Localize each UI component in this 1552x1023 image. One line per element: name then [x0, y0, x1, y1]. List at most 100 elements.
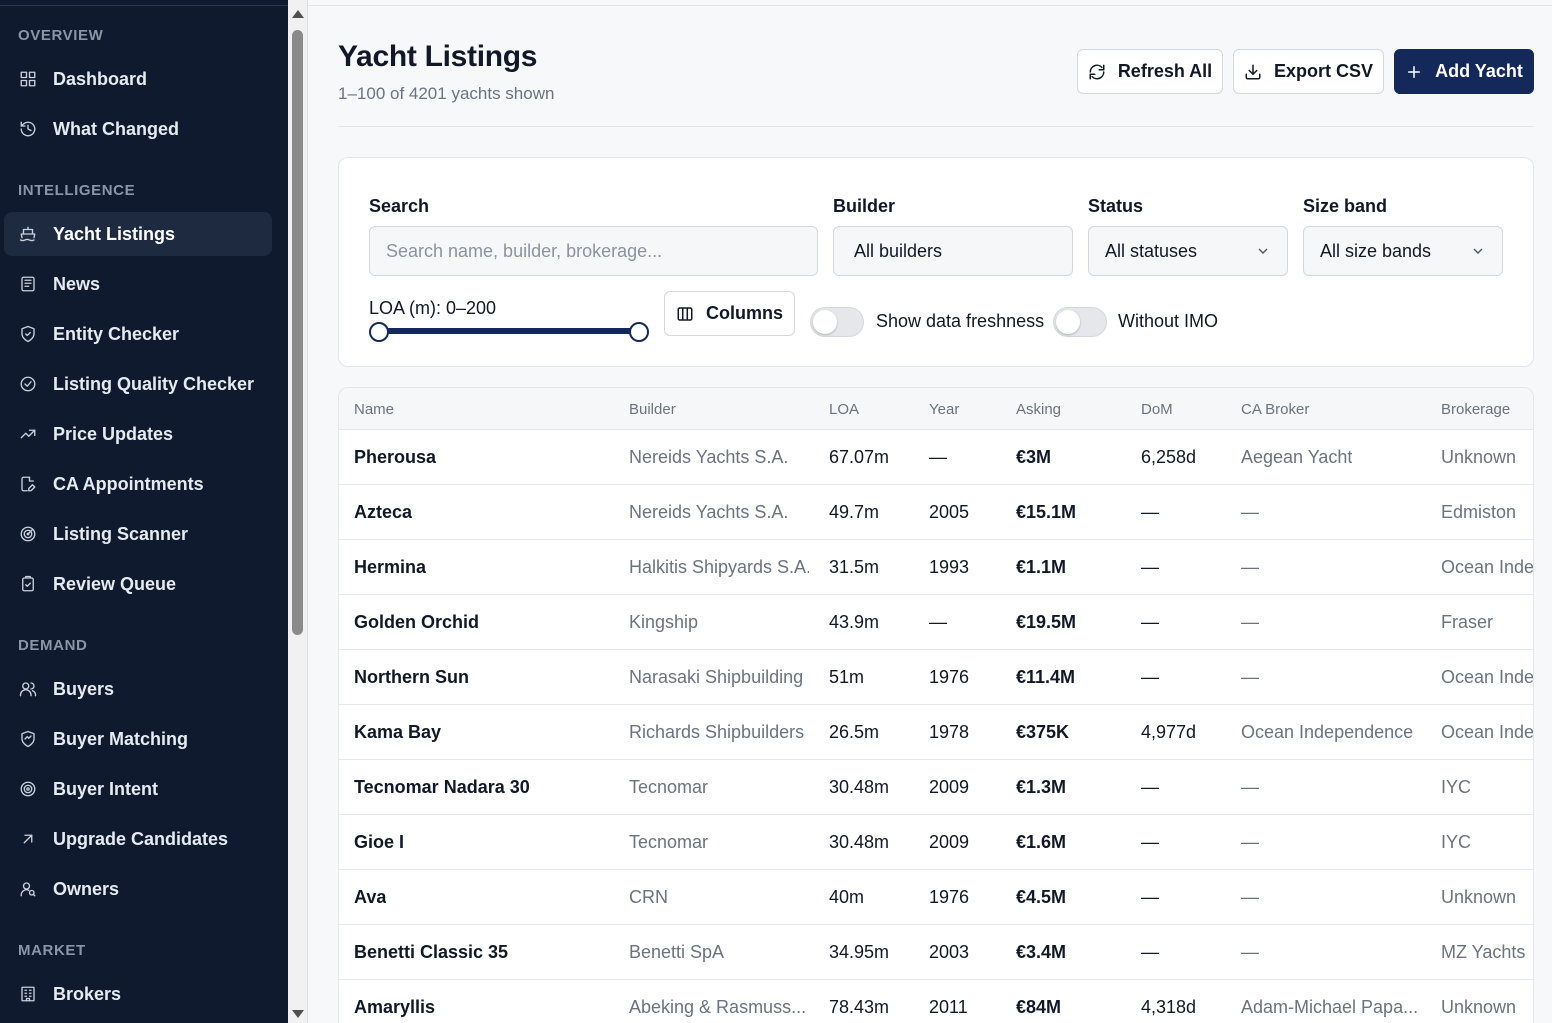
table-row[interactable]: Golden Orchid Kingship 43.9m — €19.5M — — Frase…	[339, 595, 1533, 650]
sidebar-item-owners[interactable]: Owners	[4, 867, 272, 911]
column-header-dom[interactable]: DoM	[1141, 401, 1173, 418]
cell-brokerage: Ocean Independence	[1441, 667, 1534, 687]
without-imo-toggle[interactable]	[1053, 307, 1107, 337]
export-csv-button[interactable]: Export CSV	[1233, 49, 1384, 94]
chevron-down-icon	[1470, 243, 1486, 259]
table-row[interactable]: Ava CRN 40m 1976 €4.5M — — Unknown	[339, 870, 1533, 925]
cell-name: Kama Bay	[354, 722, 442, 742]
cell-year: 2009	[929, 777, 970, 797]
size-band-value: All size bands	[1320, 240, 1432, 261]
shield-check-icon	[18, 324, 38, 344]
table-row[interactable]: Northern Sun Narasaki Shipbuilding 51m 1976…	[339, 650, 1534, 705]
table-row[interactable]: Kama Bay Richards Shipbuilders 26.5m 1978 €3…	[339, 705, 1534, 760]
cell-year: —	[929, 447, 947, 467]
scroll-down-arrow-icon[interactable]	[292, 1010, 304, 1018]
table-row[interactable]: Gioe I Tecnomar 30.48m 2009 €1.6M — — IYC	[339, 815, 1533, 870]
cell-asking: €1.1M	[1016, 557, 1067, 577]
column-header-brokerage[interactable]: Brokerage	[1441, 401, 1510, 418]
cell-year: 2005	[929, 502, 970, 522]
sidebar-item-what-changed[interactable]: What Changed	[4, 107, 272, 151]
cell-broker: Ocean Independence	[1241, 722, 1414, 742]
refresh-all-button[interactable]: Refresh All	[1077, 49, 1223, 94]
scroll-thumb[interactable]	[292, 30, 303, 635]
table-row[interactable]: Amaryllis Abeking & Rasmuss... 78.43m 2011 €…	[339, 980, 1533, 1023]
user-search-icon	[18, 879, 38, 899]
column-header-name[interactable]: Name	[354, 401, 394, 418]
table-row[interactable]: Hermina Halkitis Shipyards S.A. 31.5m 1993 €…	[339, 540, 1534, 595]
cell-broker: —	[1241, 557, 1259, 577]
sidebar-item-yacht-listings[interactable]: Yacht Listings	[4, 212, 272, 256]
sidebar-item-ca-appointments[interactable]: CA Appointments	[4, 462, 272, 506]
cell-dom: —	[1141, 832, 1159, 852]
cell-builder: Benetti SpA	[629, 942, 725, 962]
sidebar-item-buyer-intent[interactable]: Buyer Intent	[4, 767, 272, 811]
add-yacht-button[interactable]: Add Yacht	[1394, 49, 1534, 94]
add-yacht-label: Add Yacht	[1435, 61, 1523, 81]
table-row[interactable]: Azteca Nereids Yachts S.A. 49.7m 2005 €15.1M…	[339, 485, 1533, 540]
sidebar-item-label: Entity Checker	[53, 323, 180, 344]
cell-broker: Aegean Yacht	[1241, 447, 1353, 467]
sidebar-item-label: Yacht Listings	[53, 223, 176, 244]
cell-broker: —	[1241, 502, 1259, 522]
status-select[interactable]: All statuses	[1088, 226, 1288, 276]
builder-label: Builder	[833, 196, 896, 216]
cell-year: 2003	[929, 942, 970, 962]
sidebar-item-label: Buyer Intent	[53, 778, 159, 799]
loa-min-handle[interactable]	[369, 322, 389, 342]
cell-asking: €3.4M	[1016, 942, 1067, 962]
cell-broker: —	[1241, 667, 1259, 687]
builder-combobox[interactable]: All builders	[833, 226, 1073, 276]
cell-name: Northern Sun	[354, 667, 469, 687]
dashboard-icon	[18, 69, 38, 89]
cell-brokerage: Ocean Independence	[1441, 557, 1534, 577]
columns-button[interactable]: Columns	[664, 291, 795, 336]
handshake-icon	[18, 729, 38, 749]
search-input[interactable]: Search name, builder, brokerage...	[369, 226, 818, 276]
cell-asking: €375K	[1016, 722, 1070, 742]
sidebar-item-buyers[interactable]: Buyers	[4, 667, 272, 711]
sidebar-item-entity-checker[interactable]: Entity Checker	[4, 312, 272, 356]
loa-range-track[interactable]	[379, 328, 639, 334]
trending-up-icon	[18, 424, 38, 444]
cell-brokerage: Ocean Independence	[1441, 722, 1534, 742]
sidebar: OVERVIEW Dashboard What Changed INTELLIGENC…	[0, 0, 288, 1023]
cell-asking: €15.1M	[1016, 502, 1077, 522]
cell-year: 2009	[929, 832, 970, 852]
table-row[interactable]: Pherousa Nereids Yachts S.A. 67.07m — €3M 6,2…	[339, 430, 1533, 485]
results-count: 1–100 of 4201 yachts shown	[338, 84, 555, 103]
sidebar-item-review-queue[interactable]: Review Queue	[4, 562, 272, 606]
column-header-ca-broker[interactable]: CA Broker	[1241, 401, 1309, 418]
column-header-year[interactable]: Year	[929, 401, 959, 418]
cell-broker: —	[1241, 887, 1259, 907]
sidebar-item-listing-quality-checker[interactable]: Listing Quality Checker	[4, 362, 272, 406]
sidebar-item-upgrade-candidates[interactable]: Upgrade Candidates	[4, 817, 272, 861]
column-header-loa[interactable]: LOA	[829, 401, 859, 418]
sidebar-item-price-updates[interactable]: Price Updates	[4, 412, 272, 456]
sidebar-item-label: Listing Scanner	[53, 523, 189, 544]
sidebar-scrollbar[interactable]	[288, 0, 308, 1023]
table-row[interactable]: Benetti Classic 35 Benetti SpA 34.95m 2003 €…	[339, 925, 1533, 980]
loa-range-label: LOA (m): 0–200	[369, 298, 497, 318]
column-header-asking[interactable]: Asking	[1016, 401, 1061, 418]
sidebar-item-dashboard[interactable]: Dashboard	[4, 57, 272, 101]
size-band-select[interactable]: All size bands	[1303, 226, 1503, 276]
cell-dom: —	[1141, 612, 1159, 632]
cell-dom: —	[1141, 502, 1159, 522]
sidebar-item-brokers[interactable]: Brokers	[4, 972, 272, 1016]
table-row[interactable]: Tecnomar Nadara 30 Tecnomar 30.48m 2009 €1.3…	[339, 760, 1533, 815]
data-freshness-toggle[interactable]	[810, 307, 864, 337]
cell-dom: —	[1141, 777, 1159, 797]
cell-asking: €1.6M	[1016, 832, 1067, 852]
column-header-builder[interactable]: Builder	[629, 401, 676, 418]
cell-brokerage: IYC	[1441, 777, 1472, 797]
cell-brokerage: Unknown	[1441, 997, 1517, 1017]
sidebar-item-listing-scanner[interactable]: Listing Scanner	[4, 512, 272, 556]
sidebar-item-label: Owners	[53, 878, 120, 899]
cell-loa: 78.43m	[829, 997, 890, 1017]
sidebar-item-buyer-matching[interactable]: Buyer Matching	[4, 717, 272, 761]
loa-max-handle[interactable]	[629, 322, 649, 342]
sidebar-item-label: Price Updates	[53, 423, 174, 444]
scroll-up-arrow-icon[interactable]	[292, 10, 304, 18]
sidebar-item-news[interactable]: News	[4, 262, 272, 306]
cell-builder: Richards Shipbuilders	[629, 722, 805, 742]
